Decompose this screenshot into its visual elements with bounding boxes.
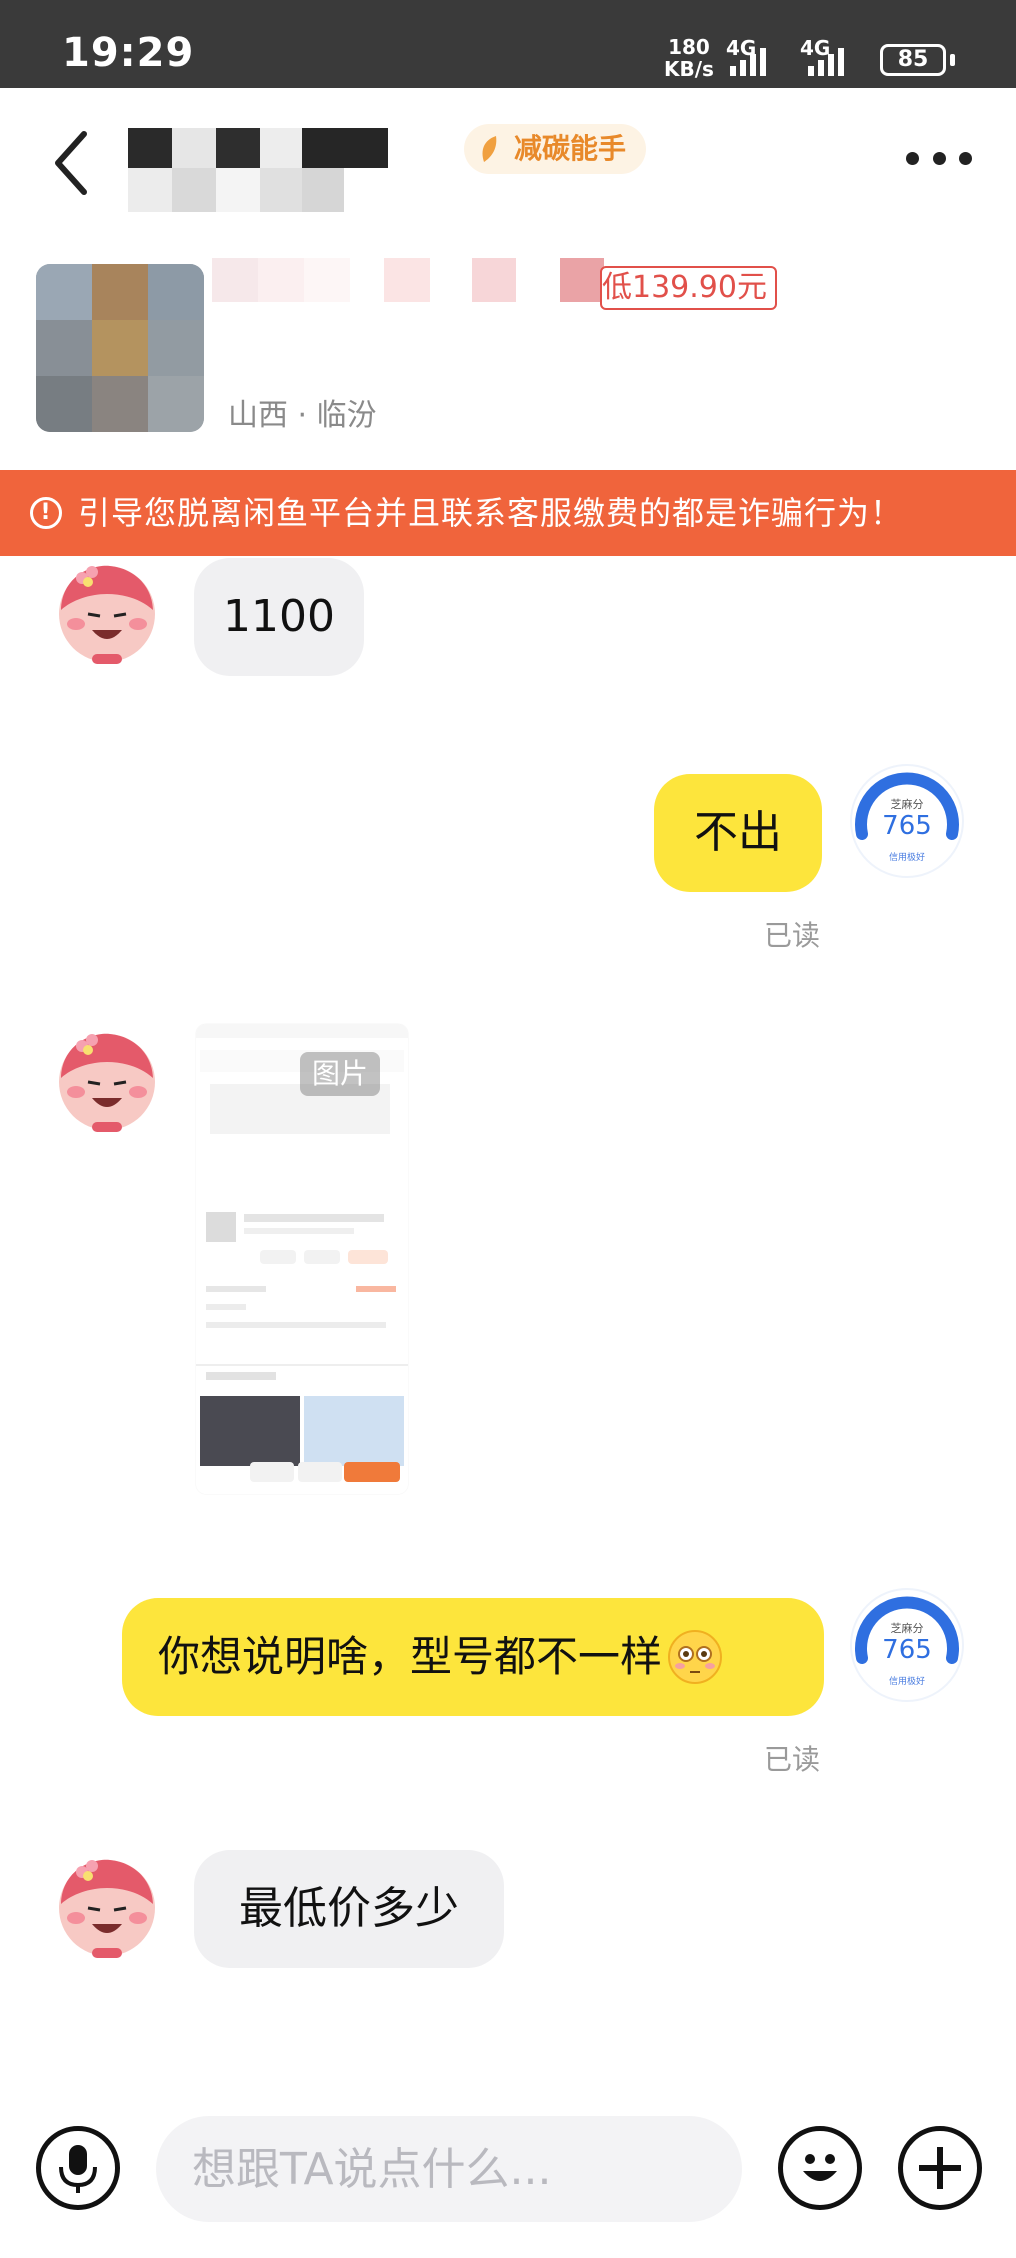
network-speed: 180 KB/s	[664, 35, 714, 81]
credit-score-avatar[interactable]: 芝麻分 765 信用极好	[848, 1586, 966, 1704]
fraud-warning-banner: ! 引导您脱离闲鱼平台并且联系客服缴费的都是诈骗行为！	[0, 470, 1016, 556]
carbon-badge[interactable]: 减碳能手	[464, 124, 647, 174]
plus-icon	[919, 2147, 961, 2189]
seller-name-blurred	[128, 128, 388, 218]
battery-tip	[950, 54, 955, 66]
seller-location: 山西 · 临汾	[228, 398, 377, 433]
image-label: 图片	[300, 1052, 381, 1096]
back-arrow-icon[interactable]	[48, 128, 96, 198]
message-input[interactable]	[156, 2116, 742, 2222]
badge-label: 减碳能手	[514, 132, 627, 165]
emoji-button[interactable]	[778, 2126, 862, 2210]
more-options-icon[interactable]	[906, 152, 972, 172]
message-bubble-in[interactable]: 最低价多少	[194, 1850, 504, 1968]
credit-label: 芝麻分	[891, 1621, 924, 1635]
smiley-icon	[803, 2154, 837, 2181]
message-bubble-out[interactable]: 你想说明啥，型号都不一样	[122, 1598, 824, 1716]
signal-icon-1	[730, 44, 766, 76]
signal-icon-2	[808, 44, 844, 76]
read-status: 已读	[764, 1743, 821, 1776]
product-title-blurred	[212, 258, 612, 306]
voice-input-button[interactable]	[36, 2126, 120, 2210]
battery-icon: 85	[880, 44, 946, 76]
warning-text: 引导您脱离闲鱼平台并且联系客服缴费的都是诈骗行为！	[78, 494, 904, 532]
microphone-icon	[59, 2145, 97, 2193]
product-thumbnail[interactable]	[36, 264, 204, 432]
credit-label: 芝麻分	[891, 797, 924, 811]
exclamation-circle-icon: !	[30, 497, 62, 529]
credit-score-avatar[interactable]: 芝麻分 765 信用极好	[848, 762, 966, 880]
read-status: 已读	[764, 919, 821, 952]
flushed-face-emoji-icon	[668, 1630, 723, 1684]
credit-caption: 信用极好	[889, 1675, 925, 1687]
status-bar: 19:29 180 KB/s 4G 4G 85	[0, 0, 1016, 88]
message-bubble-in[interactable]: 1100	[194, 558, 364, 676]
price-tag: 低139.90元	[600, 266, 777, 310]
message-text: 你想说明啥，型号都不一样	[158, 1632, 663, 1681]
credit-score: 765	[882, 811, 932, 841]
seller-avatar[interactable]	[52, 558, 162, 668]
add-attachment-button[interactable]	[898, 2126, 982, 2210]
credit-caption: 信用极好	[889, 851, 925, 863]
status-time: 19:29	[62, 30, 195, 76]
seller-avatar[interactable]	[52, 1026, 162, 1136]
leaf-icon	[482, 136, 497, 162]
message-bubble-out[interactable]: 不出	[654, 774, 822, 892]
seller-avatar[interactable]	[52, 1852, 162, 1962]
credit-score: 765	[882, 1635, 932, 1665]
